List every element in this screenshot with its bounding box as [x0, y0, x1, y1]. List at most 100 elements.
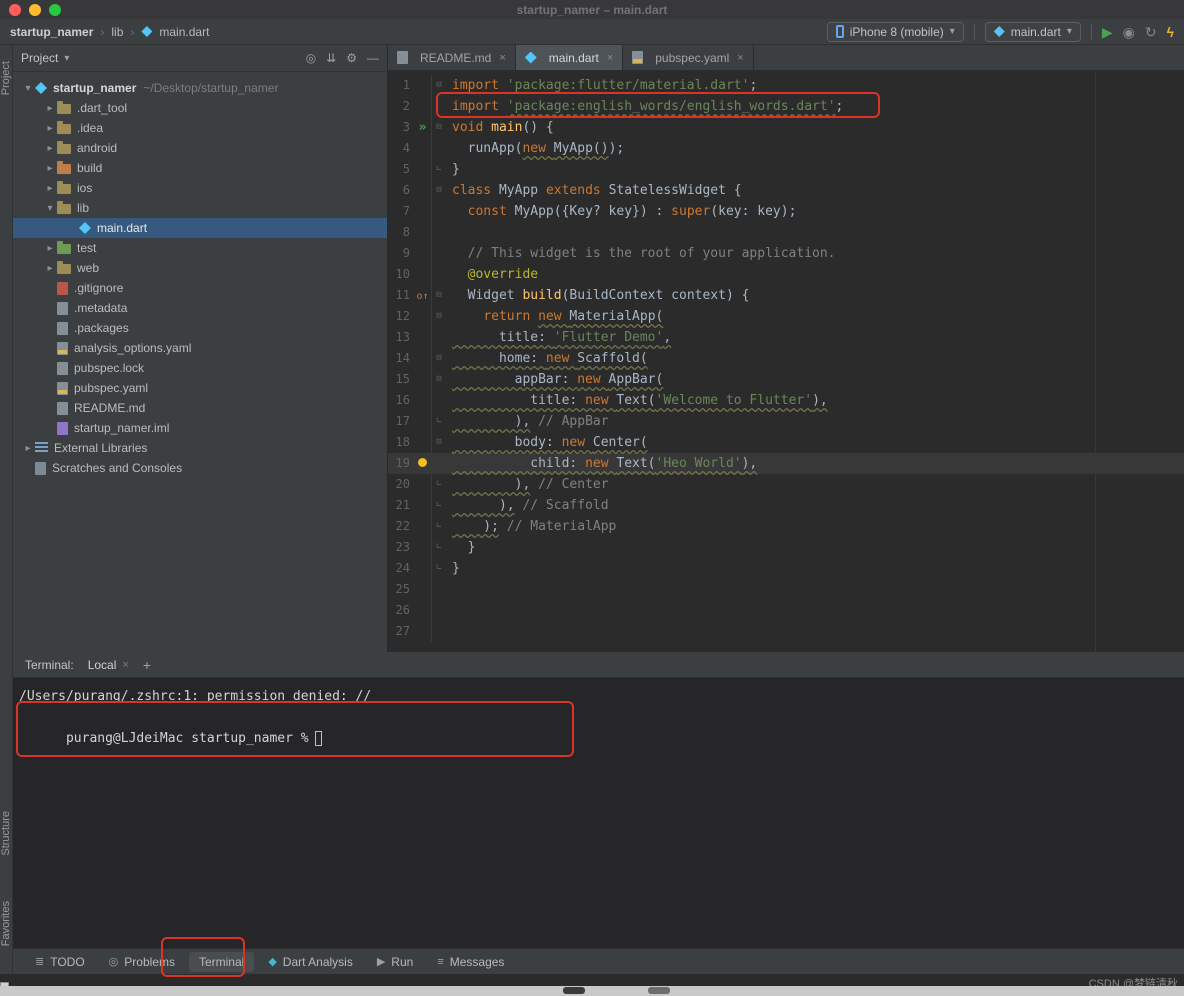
device-selector[interactable]: iPhone 8 (mobile) ▾ — [827, 22, 964, 42]
fold-icon[interactable]: ∟ — [432, 495, 446, 516]
fold-icon[interactable]: ⊟ — [432, 117, 446, 138]
breadcrumb-project[interactable]: startup_namer — [10, 25, 93, 39]
tree-item-gitignore[interactable]: .gitignore — [13, 278, 387, 298]
chevron-icon[interactable]: ▸ — [43, 143, 57, 154]
code-text: ); // MaterialApp — [446, 516, 616, 537]
tree-item-main-dart[interactable]: main.dart — [13, 218, 387, 238]
tool-button-structure[interactable]: Structure — [0, 811, 13, 856]
tree-item-analysis-options-yaml[interactable]: analysis_options.yaml — [13, 338, 387, 358]
zoom-window-icon[interactable] — [49, 4, 61, 16]
collapse-all-icon[interactable]: ⇊ — [326, 51, 336, 65]
tab-main-dart[interactable]: main.dart× — [516, 45, 623, 70]
run-gutter-icon[interactable]: » — [419, 120, 427, 135]
tool-button-label: Dart Analysis — [283, 955, 353, 969]
tree-item-idea[interactable]: ▸.idea — [13, 118, 387, 138]
tab-pubspec-yaml[interactable]: pubspec.yaml × — [623, 45, 753, 70]
run-button[interactable]: ▶ — [1102, 25, 1113, 39]
code-text: ), // Center — [446, 474, 609, 495]
tab-readme-md[interactable]: README.md× — [388, 45, 516, 70]
tree-item-android[interactable]: ▸android — [13, 138, 387, 158]
code-text: ), // Scaffold — [446, 495, 609, 516]
fold-icon[interactable]: ∟ — [432, 537, 446, 558]
tool-button-todo[interactable]: ≣TODO — [25, 952, 95, 972]
tree-item-packages[interactable]: .packages — [13, 318, 387, 338]
scratch-icon — [35, 462, 46, 475]
fold-icon[interactable]: ∟ — [432, 411, 446, 432]
intention-bulb-icon[interactable] — [418, 458, 427, 467]
fold-icon[interactable]: ⊟ — [432, 369, 446, 390]
fold-icon[interactable]: ⊟ — [432, 285, 446, 306]
fold-icon[interactable]: ⊟ — [432, 432, 446, 453]
override-gutter-icon[interactable]: o↑ — [416, 291, 428, 302]
tree-item-pubspec-lock[interactable]: pubspec.lock — [13, 358, 387, 378]
close-window-icon[interactable] — [9, 4, 21, 16]
fold-icon[interactable]: ∟ — [432, 474, 446, 495]
code-text — [446, 600, 452, 621]
chevron-icon[interactable]: ▾ — [43, 203, 57, 214]
tree-item-external-libraries[interactable]: ▸External Libraries — [13, 438, 387, 458]
breadcrumb-file[interactable]: main.dart — [159, 25, 209, 39]
tool-button-favorites[interactable]: Favorites — [0, 901, 13, 946]
line-number: 11 — [388, 285, 414, 306]
tree-item-lib[interactable]: ▾lib — [13, 198, 387, 218]
hide-panel-icon[interactable]: — — [367, 51, 379, 65]
tool-button-run[interactable]: ▶Run — [367, 952, 423, 972]
fold-icon[interactable]: ⊟ — [432, 180, 446, 201]
tree-item-path: ~/Desktop/startup_namer — [143, 81, 278, 95]
terminal-tab-local[interactable]: Local × — [88, 658, 129, 672]
tool-button-messages[interactable]: ≡Messages — [427, 952, 514, 972]
tree-item-startup-namer-iml[interactable]: startup_namer.iml — [13, 418, 387, 438]
minimize-window-icon[interactable] — [29, 4, 41, 16]
tree-item-pubspec-yaml[interactable]: pubspec.yaml — [13, 378, 387, 398]
hot-restart-button[interactable]: ↻ — [1145, 25, 1157, 39]
debug-button[interactable]: ◉ — [1123, 25, 1135, 39]
folder-icon — [57, 204, 71, 214]
hot-reload-button[interactable]: ϟ — [1167, 25, 1174, 39]
run-icon[interactable]: » — [414, 117, 432, 138]
tree-item-ios[interactable]: ▸ios — [13, 178, 387, 198]
breadcrumb-lib[interactable]: lib — [111, 25, 123, 39]
close-tab-icon[interactable]: × — [122, 659, 128, 671]
device-selector-label: iPhone 8 (mobile) — [850, 25, 944, 39]
tree-item-test[interactable]: ▸test — [13, 238, 387, 258]
chevron-icon[interactable]: ▸ — [43, 183, 57, 194]
tree-item-dart-tool[interactable]: ▸.dart_tool — [13, 98, 387, 118]
chevron-icon[interactable]: ▸ — [43, 263, 57, 274]
chevron-icon[interactable]: ▸ — [43, 123, 57, 134]
close-tab-icon[interactable]: × — [499, 52, 505, 64]
override-icon[interactable]: o↑ — [414, 285, 432, 306]
bulb-icon[interactable] — [414, 453, 432, 474]
gutter-slot — [414, 432, 432, 453]
chevron-icon[interactable]: ▸ — [21, 443, 35, 454]
tree-item-metadata[interactable]: .metadata — [13, 298, 387, 318]
new-terminal-button[interactable]: + — [143, 657, 151, 673]
chevron-icon[interactable]: ▸ — [43, 243, 57, 254]
fold-icon[interactable]: ⊟ — [432, 348, 446, 369]
fold-icon[interactable]: ⊟ — [432, 306, 446, 327]
tree-item-readme-md[interactable]: README.md — [13, 398, 387, 418]
fold-icon[interactable]: ∟ — [432, 558, 446, 579]
gutter-slot — [414, 537, 432, 558]
editor: README.md×main.dart× pubspec.yaml × 1⊟impo… — [388, 45, 1184, 652]
tool-button-project[interactable]: Project — [0, 61, 13, 95]
tree-item-startup-namer[interactable]: ▾startup_namer~/Desktop/startup_namer — [13, 78, 387, 98]
code-editor[interactable]: 1⊟import 'package:flutter/material.dart'… — [388, 71, 1184, 652]
settings-gear-icon[interactable]: ⚙ — [346, 51, 357, 65]
tree-item-build[interactable]: ▸build — [13, 158, 387, 178]
chevron-icon[interactable]: ▾ — [21, 83, 35, 94]
fold-icon[interactable]: ∟ — [432, 159, 446, 180]
tab-label: pubspec.yaml — [655, 51, 729, 65]
chevron-icon[interactable]: ▸ — [43, 163, 57, 174]
fold-icon[interactable]: ∟ — [432, 516, 446, 537]
close-tab-icon[interactable]: × — [607, 52, 613, 64]
run-config-selector[interactable]: main.dart ▾ — [985, 22, 1081, 42]
locate-icon[interactable]: ◎ — [306, 51, 316, 65]
chevron-icon[interactable]: ▸ — [43, 103, 57, 114]
tree-item-scratches-and-consoles[interactable]: Scratches and Consoles — [13, 458, 387, 478]
chevron-down-icon: ▾ — [950, 26, 955, 37]
tree-item-web[interactable]: ▸web — [13, 258, 387, 278]
tool-button-dart-analysis[interactable]: ◆Dart Analysis — [258, 952, 363, 972]
project-panel-title[interactable]: Project ▾ — [21, 51, 69, 65]
close-tab-icon[interactable]: × — [737, 52, 743, 64]
code-line-27: 27 — [388, 621, 1184, 642]
